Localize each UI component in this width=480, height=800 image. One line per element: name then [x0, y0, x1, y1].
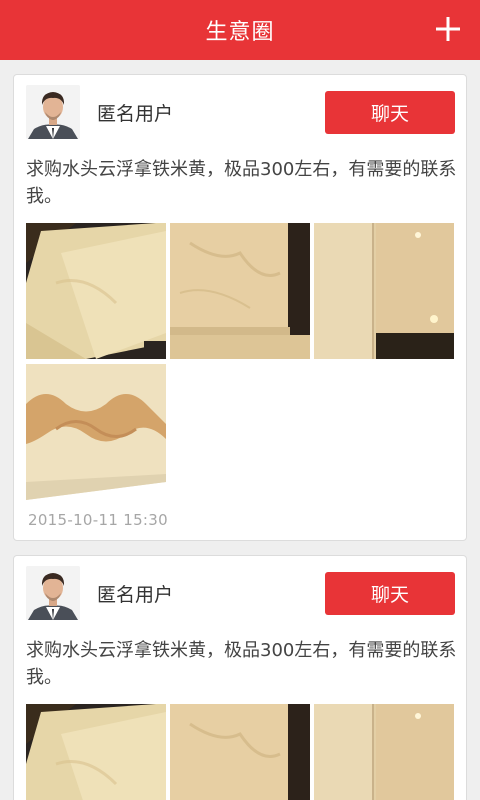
- tile-photo-icon: [170, 704, 310, 800]
- post-card: 匿名用户 聊天 求购水头云浮拿铁米黄，极品300左右，有需要的联系我。: [13, 74, 467, 541]
- feed-list[interactable]: 匿名用户 聊天 求购水头云浮拿铁米黄，极品300左右，有需要的联系我。 2015…: [0, 60, 480, 800]
- tile-photo-icon: [314, 704, 454, 800]
- chat-button[interactable]: 聊天: [325, 572, 455, 615]
- add-post-button[interactable]: [434, 15, 462, 43]
- post-photo[interactable]: [170, 704, 310, 800]
- tile-photo-icon: [314, 223, 454, 359]
- user-avatar-icon: [26, 566, 80, 620]
- avatar[interactable]: [26, 566, 80, 620]
- post-photo[interactable]: [314, 704, 454, 800]
- tile-photo-icon: [26, 364, 166, 500]
- post-photo[interactable]: [26, 223, 166, 359]
- tile-photo-icon: [26, 223, 166, 359]
- user-avatar-icon: [26, 85, 80, 139]
- app-header: 生意圈: [0, 0, 480, 60]
- post-content: 求购水头云浮拿铁米黄，极品300左右，有需要的联系我。: [26, 159, 457, 207]
- page-title: 生意圈: [205, 20, 275, 45]
- post-card: 匿名用户 聊天 求购水头云浮拿铁米黄，极品300左右，有需要的联系我。: [13, 555, 467, 800]
- post-photo[interactable]: [26, 364, 166, 500]
- username: 匿名用户: [97, 584, 174, 606]
- chat-button[interactable]: 聊天: [325, 91, 455, 134]
- post-content: 求购水头云浮拿铁米黄，极品300左右，有需要的联系我。: [26, 640, 457, 688]
- post-photo[interactable]: [26, 704, 166, 800]
- tile-photo-icon: [170, 223, 310, 359]
- plus-icon: [436, 17, 460, 41]
- post-photo[interactable]: [170, 223, 310, 359]
- post-timestamp: 2015-10-11 15:30: [28, 511, 168, 529]
- tile-photo-icon: [26, 704, 166, 800]
- post-photo[interactable]: [314, 223, 454, 359]
- avatar[interactable]: [26, 85, 80, 139]
- username: 匿名用户: [97, 103, 174, 125]
